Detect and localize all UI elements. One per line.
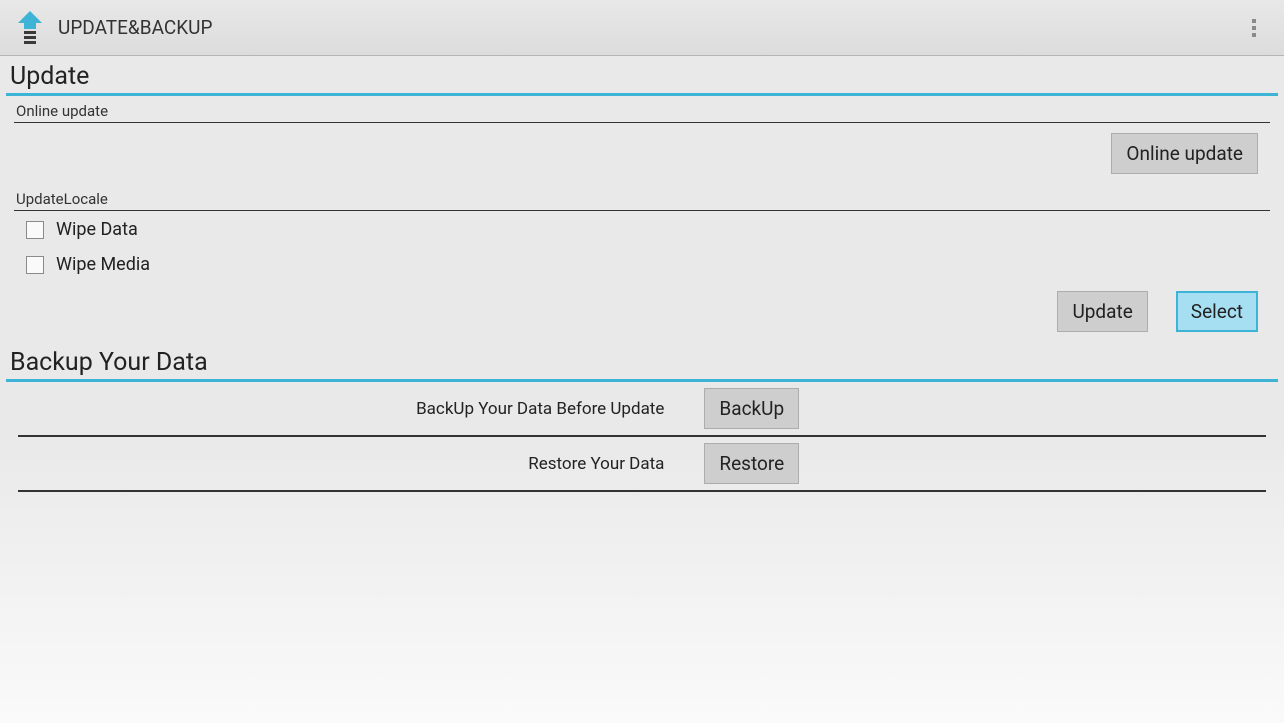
wipe-data-row: Wipe Data: [6, 211, 1278, 246]
select-button[interactable]: Select: [1176, 291, 1258, 332]
backup-button[interactable]: BackUp: [704, 388, 799, 429]
overflow-dot-icon: [1252, 26, 1256, 30]
update-heading: Update: [6, 56, 1278, 96]
wipe-data-checkbox[interactable]: [26, 221, 44, 239]
overflow-dot-icon: [1252, 33, 1256, 37]
restore-text: Restore Your Data: [18, 454, 704, 474]
online-update-row: Online update: [6, 123, 1278, 184]
overflow-menu-button[interactable]: [1234, 8, 1274, 48]
wipe-media-row: Wipe Media: [6, 246, 1278, 281]
online-update-subheading: Online update: [14, 96, 1270, 123]
backup-text: BackUp Your Data Before Update: [18, 399, 704, 419]
update-button[interactable]: Update: [1057, 291, 1147, 332]
overflow-dot-icon: [1252, 19, 1256, 23]
wipe-media-checkbox[interactable]: [26, 256, 44, 274]
app-icon: [10, 8, 50, 48]
content-area: Update Online update Online update Updat…: [0, 56, 1284, 492]
update-locale-subheading: UpdateLocale: [14, 184, 1270, 211]
wipe-media-label: Wipe Media: [56, 254, 150, 275]
backup-row: BackUp Your Data Before Update BackUp: [18, 382, 1266, 437]
backup-heading: Backup Your Data: [6, 342, 1278, 382]
update-select-row: Update Select: [6, 281, 1278, 342]
restore-row: Restore Your Data Restore: [18, 437, 1266, 492]
restore-button[interactable]: Restore: [704, 443, 799, 484]
action-bar: UPDATE&BACKUP: [0, 0, 1284, 56]
online-update-button[interactable]: Online update: [1111, 133, 1258, 174]
app-title: UPDATE&BACKUP: [58, 16, 1234, 39]
wipe-data-label: Wipe Data: [56, 219, 138, 240]
